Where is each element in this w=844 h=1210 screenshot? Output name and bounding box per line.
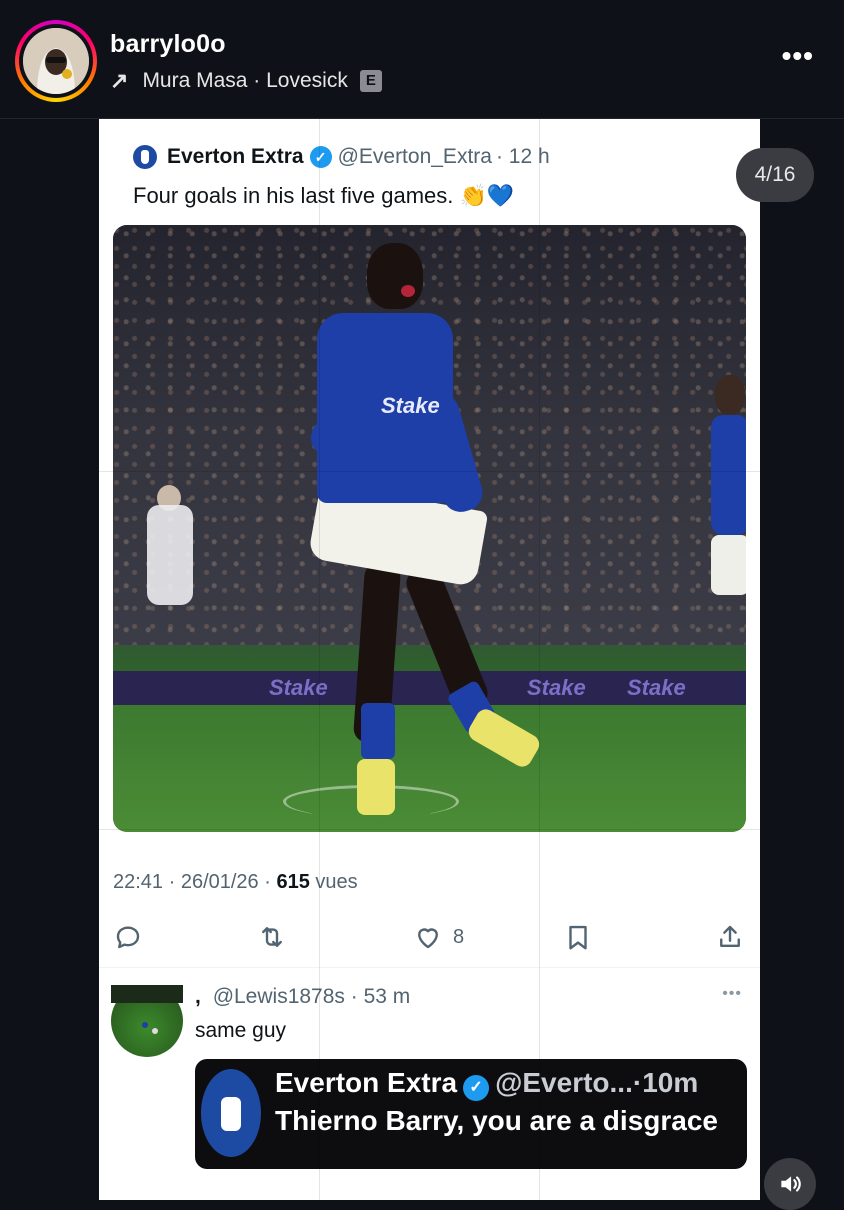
grid-line	[319, 119, 320, 1200]
heart-icon	[418, 928, 438, 949]
reply-button[interactable]	[113, 919, 143, 955]
tweet-author-name: Everton Extra	[167, 145, 304, 168]
bookmark-button[interactable]	[563, 919, 593, 955]
teammate-player	[711, 375, 746, 635]
explicit-badge: E	[359, 70, 382, 92]
username[interactable]: barrylo0o	[110, 30, 226, 59]
more-options-icon[interactable]: •••	[782, 42, 814, 70]
reply-icon	[116, 926, 140, 949]
celebrating-player: Stake	[305, 233, 543, 823]
blue-heart-emoji-icon: 💙	[486, 183, 515, 208]
avatar-photo	[23, 28, 89, 94]
verified-badge-icon: ✓	[463, 1075, 490, 1101]
ad-board-text: Stake	[627, 675, 686, 700]
views-label: vues	[315, 871, 358, 893]
retweet-icon	[262, 927, 282, 947]
reply-header: , @Lewis1878s · 53 m	[195, 985, 410, 1009]
like-button[interactable]: 8	[413, 919, 464, 955]
sound-toggle-button[interactable]	[764, 1158, 816, 1210]
quoted-tweet-header: Everton Extra ✓ @Everto...·10m	[275, 1067, 698, 1101]
grid-line	[539, 119, 540, 1200]
pitch-avatar-icon	[111, 985, 183, 1034]
reply-author-name: ,	[195, 985, 201, 1008]
quoted-author-name: Everton Extra	[275, 1067, 458, 1098]
story-media[interactable]: Everton Extra ✓ @Everton_Extra · 12 h Fo…	[99, 119, 760, 1200]
tweet-body: Four goals in his last five games.	[133, 183, 454, 208]
reply-text: same guy	[195, 1019, 287, 1042]
carousel-counter: 4/16	[736, 148, 814, 202]
verified-badge-icon: ✓	[309, 146, 332, 168]
tweet-photo: Stake Stake Stake Stake	[113, 225, 746, 832]
tweet-timestamp: 22:41 · 26/01/26 ·	[113, 871, 271, 893]
share-button[interactable]	[715, 919, 745, 955]
shirt-sponsor: Stake	[381, 393, 440, 418]
tweet-author-handle: @Everton_Extra	[337, 145, 492, 168]
music-track[interactable]: Mura Masa · Lovesick	[142, 69, 347, 93]
reply-author-handle: @Lewis1878s	[212, 985, 345, 1008]
tweet-time: · 12 h	[495, 145, 550, 168]
tweet-text: Four goals in his last five games. 👏💙	[133, 183, 514, 209]
grid-line	[99, 829, 760, 830]
reply-more-icon: •••	[722, 985, 742, 1002]
story-header: barrylo0o ↗ Mura Masa · Lovesick E •••	[0, 0, 844, 119]
views-count: 615	[276, 871, 310, 893]
bookmark-icon	[569, 925, 587, 950]
tweet-header: Everton Extra ✓ @Everton_Extra · 12 h	[133, 145, 550, 169]
everton-logo-icon	[133, 145, 157, 169]
quoted-author-handle: @Everto...	[495, 1067, 633, 1098]
likes-count: 8	[453, 925, 465, 948]
avatar-figure-icon	[23, 28, 89, 94]
avatar-border	[19, 24, 93, 98]
tweet-meta: 22:41 · 26/01/26 · 615 vues	[113, 871, 358, 894]
speaker-icon	[781, 1176, 801, 1192]
music-attribution[interactable]: ↗ Mura Masa · Lovesick E	[110, 68, 382, 94]
quoted-time: ·10m	[632, 1067, 699, 1098]
profile-avatar[interactable]	[15, 20, 97, 102]
ad-board-text: Stake	[527, 675, 586, 700]
clap-emoji-icon: 👏	[459, 183, 487, 208]
tweet-actions: 8	[113, 919, 753, 955]
divider	[99, 967, 760, 968]
reply-avatar	[111, 985, 183, 1057]
opponent-player	[139, 485, 199, 635]
grid-line	[99, 471, 760, 472]
quoted-tweet: Everton Extra ✓ @Everto...·10m Thierno Bar…	[195, 1059, 747, 1169]
retweet-button[interactable]	[257, 919, 287, 955]
share-icon	[720, 925, 740, 947]
quoted-tweet-text: Thierno Barry, you are a disgrace	[275, 1105, 718, 1136]
music-arrow-icon: ↗	[110, 68, 129, 93]
everton-logo-icon	[201, 1069, 261, 1157]
reply-time: · 53 m	[350, 985, 411, 1008]
